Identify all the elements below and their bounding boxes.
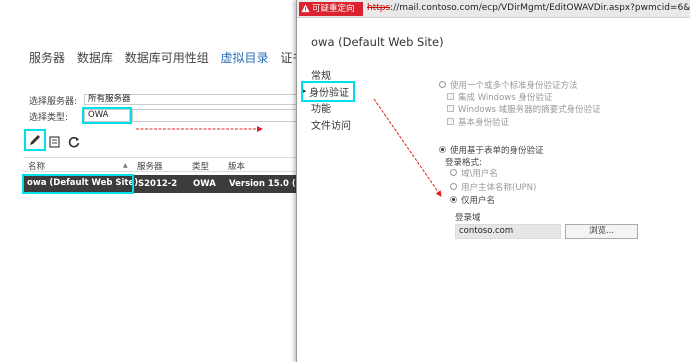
- arrow-to-forms-auth: [373, 98, 442, 197]
- annotation-arrows: [136, 98, 442, 197]
